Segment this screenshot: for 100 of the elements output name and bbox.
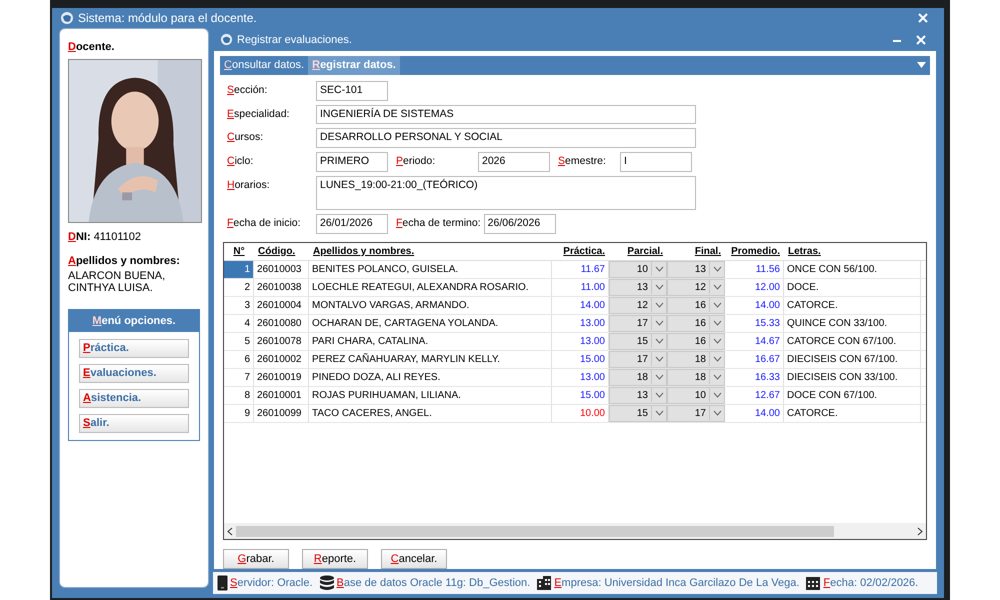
dropdown-field[interactable]: 18 (667, 350, 725, 368)
table-cell: PEREZ CAÑAHUARAY, MARYLIN KELLY. (309, 350, 552, 368)
dropdown-field[interactable]: 12 (667, 278, 725, 296)
text-field[interactable]: DESARROLLO PERSONAL Y SOCIAL (316, 128, 696, 148)
chevron-down-icon[interactable] (713, 356, 722, 362)
dropdown-field[interactable]: 13 (609, 386, 667, 404)
table-cell: 26010078 (254, 332, 309, 350)
dropdown-icon[interactable] (917, 62, 926, 68)
table-cell: ONCE CON 56/100. (784, 260, 921, 278)
dropdown-field[interactable]: 16 (667, 296, 725, 314)
chevron-down-icon[interactable] (713, 302, 722, 308)
table-cell: DIECISEIS CON 67/100. (784, 350, 921, 368)
chevron-down-icon[interactable] (655, 266, 664, 272)
tab[interactable]: Consultar datos. (220, 56, 308, 75)
menu-button[interactable]: Evaluaciones. (79, 364, 189, 383)
column-header[interactable]: Apellidos y nombres. (309, 244, 552, 259)
dropdown-field[interactable]: 18 (667, 368, 725, 386)
dropdown-field[interactable]: 16 (667, 332, 725, 350)
teacher-name: ALARCON BUENA, CINTHYA LUISA. (68, 270, 166, 294)
text-field[interactable]: PRIMERO (316, 152, 388, 172)
column-header[interactable]: Letras. (784, 244, 921, 259)
subwindow-title: Registrar evaluaciones. (237, 32, 352, 48)
chevron-down-icon[interactable] (713, 320, 722, 326)
chevron-down-icon[interactable] (713, 374, 722, 380)
column-header[interactable]: Parcial. (609, 244, 667, 259)
table-cell: 26010080 (254, 314, 309, 332)
menu-button[interactable]: Salir. (79, 414, 189, 433)
table-cell: 12.00 (725, 278, 784, 296)
row-number[interactable]: 9 (224, 404, 254, 422)
field-label: Periodo: (396, 154, 436, 170)
text-field[interactable]: SEC-101 (316, 80, 388, 101)
menu-button[interactable]: Práctica. (79, 339, 189, 358)
table-cell: DOCE CON 67/100. (784, 386, 921, 404)
dropdown-field[interactable]: 15 (609, 404, 667, 422)
scroll-left-icon[interactable] (227, 526, 233, 536)
dropdown-field[interactable]: 10 (609, 260, 667, 278)
dropdown-field[interactable]: 13 (667, 260, 725, 278)
row-number[interactable]: 6 (224, 350, 254, 368)
row-number[interactable]: 3 (224, 296, 254, 314)
table-cell: 11.56 (725, 260, 784, 278)
dropdown-field[interactable]: 13 (609, 278, 667, 296)
column-header[interactable]: Código. (254, 244, 309, 259)
menu-title: Menú opciones. (69, 310, 199, 332)
column-header[interactable]: N° (224, 244, 254, 259)
action-button[interactable]: Reporte. (302, 549, 368, 570)
chevron-down-icon[interactable] (713, 284, 722, 290)
text-field[interactable]: INGENIERÍA DE SISTEMAS (316, 104, 696, 124)
dropdown-field[interactable]: 12 (609, 296, 667, 314)
action-button[interactable]: Cancelar. (381, 549, 447, 570)
chevron-down-icon[interactable] (655, 374, 664, 380)
chevron-down-icon[interactable] (713, 392, 722, 398)
table-cell: TACO CACERES, ANGEL. (309, 404, 552, 422)
horizontal-scrollbar[interactable] (224, 523, 926, 540)
dropdown-field[interactable]: 18 (609, 368, 667, 386)
chevron-down-icon[interactable] (655, 338, 664, 344)
table-cell: 12.67 (725, 386, 784, 404)
column-header[interactable]: Promedio. (725, 244, 784, 259)
panel-heading: Docente. (68, 40, 116, 55)
text-field[interactable]: I (620, 152, 692, 172)
chevron-down-icon[interactable] (655, 320, 664, 326)
table-cell: 26010038 (254, 278, 309, 296)
chevron-down-icon[interactable] (713, 266, 722, 272)
table-cell: 26010019 (254, 368, 309, 386)
table-cell: 14.00 (725, 296, 784, 314)
field-label: Horarios: (227, 178, 271, 193)
row-number[interactable]: 5 (224, 332, 254, 350)
menu-button[interactable]: Asistencia. (79, 389, 189, 408)
table-cell: 26010003 (254, 260, 309, 278)
table-cell: BENITES POLANCO, GUISELA. (309, 260, 552, 278)
row-number[interactable]: 8 (224, 386, 254, 404)
table-cell: 26010004 (254, 296, 309, 314)
dropdown-field[interactable]: 17 (609, 350, 667, 368)
table-cell: 16.33 (725, 368, 784, 386)
scroll-right-icon[interactable] (917, 526, 923, 536)
text-field[interactable]: LUNES_19:00-21:00_(TEÓRICO) (316, 176, 696, 210)
chevron-down-icon[interactable] (713, 338, 722, 344)
chevron-down-icon[interactable] (655, 302, 664, 308)
dropdown-field[interactable]: 17 (667, 404, 725, 422)
table-cell: PARI CHARA, CATALINA. (309, 332, 552, 350)
text-field[interactable]: 26/06/2026 (484, 214, 556, 234)
text-field[interactable]: 26/01/2026 (316, 214, 388, 234)
row-number[interactable]: 4 (224, 314, 254, 332)
column-header[interactable]: Final. (667, 244, 725, 259)
dropdown-field[interactable]: 17 (609, 314, 667, 332)
row-number[interactable]: 2 (224, 278, 254, 296)
column-header[interactable]: Práctica. (552, 244, 609, 259)
chevron-down-icon[interactable] (655, 356, 664, 362)
action-button[interactable]: Grabar. (223, 549, 289, 570)
chevron-down-icon[interactable] (713, 410, 722, 416)
row-number[interactable]: 7 (224, 368, 254, 386)
text-field[interactable]: 2026 (478, 152, 550, 172)
chevron-down-icon[interactable] (655, 410, 664, 416)
dropdown-field[interactable]: 16 (667, 314, 725, 332)
chevron-down-icon[interactable] (655, 284, 664, 290)
dropdown-field[interactable]: 15 (609, 332, 667, 350)
row-number[interactable]: 1 (224, 260, 254, 278)
close-icon[interactable] (918, 13, 928, 23)
dropdown-field[interactable]: 10 (667, 386, 725, 404)
chevron-down-icon[interactable] (655, 392, 664, 398)
close-icon[interactable] (916, 34, 926, 45)
